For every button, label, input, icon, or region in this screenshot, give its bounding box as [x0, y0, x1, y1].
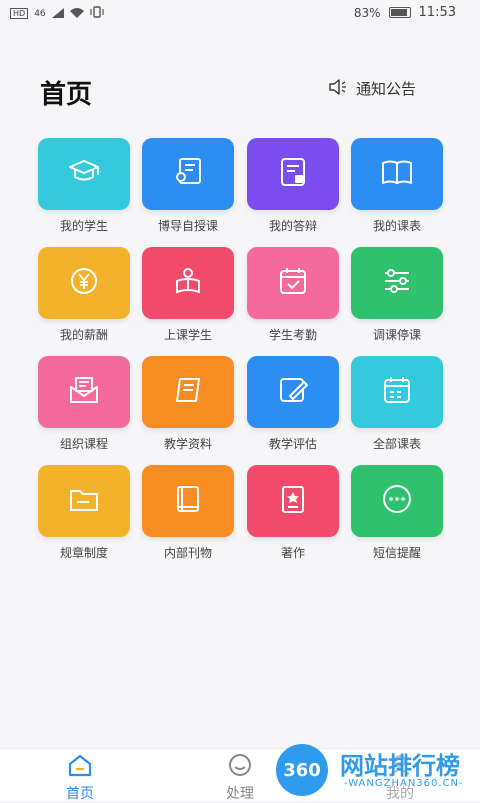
battery-icon: [388, 7, 411, 18]
tile-icon-box: [142, 247, 234, 319]
graduation-cap-icon: [64, 153, 104, 195]
tile-label: 组织课程: [59, 437, 108, 451]
signal-label: 46: [34, 8, 46, 19]
smile-icon: [227, 754, 253, 781]
tile-graduation-cap[interactable]: 我的学生: [38, 138, 130, 234]
sim-icon: HD: [10, 8, 29, 19]
tab-home-label: 首页: [66, 786, 94, 802]
tile-label: 全部课表: [372, 437, 421, 451]
book-stack-icon: [168, 371, 208, 413]
award-book-icon: [273, 480, 313, 522]
calendar-check-icon: [273, 262, 313, 304]
watermark-subtitle: -WANGZHAN360.CN-: [344, 778, 464, 789]
tile-icon-box: [247, 247, 339, 319]
tile-label: 教学资料: [163, 437, 212, 451]
tile-label: 我的学生: [59, 219, 108, 233]
watermark-logo: 360: [276, 744, 328, 796]
tab-home[interactable]: 首页: [40, 749, 120, 802]
battery-percent: 83%: [353, 5, 381, 20]
tile-icon-box: [351, 356, 443, 428]
tab-process-label: 处理: [226, 786, 254, 802]
watermark-title: 网站排行榜: [340, 752, 460, 780]
tile-envelope-doc[interactable]: 组织课程: [38, 356, 130, 452]
speaker-icon: [328, 78, 348, 99]
tile-teacher-board[interactable]: 博导自授课: [142, 138, 234, 234]
envelope-doc-icon: [64, 371, 104, 413]
tile-message-dots[interactable]: 短信提醒: [351, 465, 443, 561]
tile-icon-box: [38, 465, 130, 537]
tile-label: 博导自授课: [157, 219, 218, 233]
status-left: HD 46: [10, 6, 104, 21]
message-dots-icon: [377, 480, 417, 522]
status-right: 83% 11:53: [354, 5, 456, 20]
tile-icon-box: [38, 138, 130, 210]
tile-defense-doc[interactable]: 我的答辩: [247, 138, 339, 234]
home-icon: [67, 754, 93, 781]
tile-label: 教学评估: [268, 437, 317, 451]
tile-award-book[interactable]: 著作: [247, 465, 339, 561]
tile-icon-box: [142, 465, 234, 537]
teacher-board-icon: [168, 153, 208, 195]
tile-open-book[interactable]: 我的课表: [351, 138, 443, 234]
student-reading-icon: [168, 262, 208, 304]
tile-label: 短信提醒: [372, 546, 421, 560]
vibrate-icon: [90, 6, 104, 21]
yen-coin-icon: [64, 262, 104, 304]
tile-folder[interactable]: 规章制度: [38, 465, 130, 561]
page-title: 首页: [40, 80, 93, 110]
tile-label: 我的答辩: [268, 219, 317, 233]
clock: 11:53: [418, 5, 456, 20]
tab-process[interactable]: 处理: [200, 749, 280, 802]
defense-doc-icon: [273, 153, 313, 195]
tile-icon-box: [351, 247, 443, 319]
tile-label: 规章制度: [59, 546, 108, 560]
tile-label: 我的薪酬: [59, 328, 108, 342]
tile-icon-box: [351, 138, 443, 210]
tile-yen-coin[interactable]: 我的薪酬: [38, 247, 130, 343]
tile-label: 上课学生: [163, 328, 212, 342]
tile-icon-box: [247, 356, 339, 428]
watermark: 360 网站排行榜 -WANGZHAN360.CN-: [274, 742, 480, 800]
sliders-icon: [377, 262, 417, 304]
tile-icon-box: [142, 356, 234, 428]
tile-label: 学生考勤: [268, 328, 317, 342]
folder-icon: [64, 480, 104, 522]
tile-calendar-grid[interactable]: 全部课表: [351, 356, 443, 452]
tile-label: 著作: [280, 546, 305, 560]
tile-sliders[interactable]: 调课停课: [351, 247, 443, 343]
signal-icon: [51, 7, 64, 21]
tile-icon-box: [247, 138, 339, 210]
notice-button[interactable]: 通知公告: [328, 78, 416, 99]
tile-label: 内部刊物: [163, 546, 212, 560]
tile-icon-box: [38, 247, 130, 319]
tile-icon-box: [142, 138, 234, 210]
tile-label: 我的课表: [372, 219, 421, 233]
magazine-icon: [168, 480, 208, 522]
status-bar: HD 46 83% 11:53: [0, 0, 480, 26]
tile-edit-pen[interactable]: 教学评估: [247, 356, 339, 452]
tile-icon-box: [351, 465, 443, 537]
tile-icon-box: [38, 356, 130, 428]
tile-book-stack[interactable]: 教学资料: [142, 356, 234, 452]
calendar-grid-icon: [377, 371, 417, 413]
edit-pen-icon: [273, 371, 313, 413]
notice-label: 通知公告: [356, 80, 417, 98]
wifi-icon: [69, 7, 84, 21]
tile-icon-box: [247, 465, 339, 537]
open-book-icon: [377, 153, 417, 195]
tile-student-reading[interactable]: 上课学生: [142, 247, 234, 343]
tile-label: 调课停课: [372, 328, 421, 342]
tile-calendar-check[interactable]: 学生考勤: [247, 247, 339, 343]
tile-magazine[interactable]: 内部刊物: [142, 465, 234, 561]
